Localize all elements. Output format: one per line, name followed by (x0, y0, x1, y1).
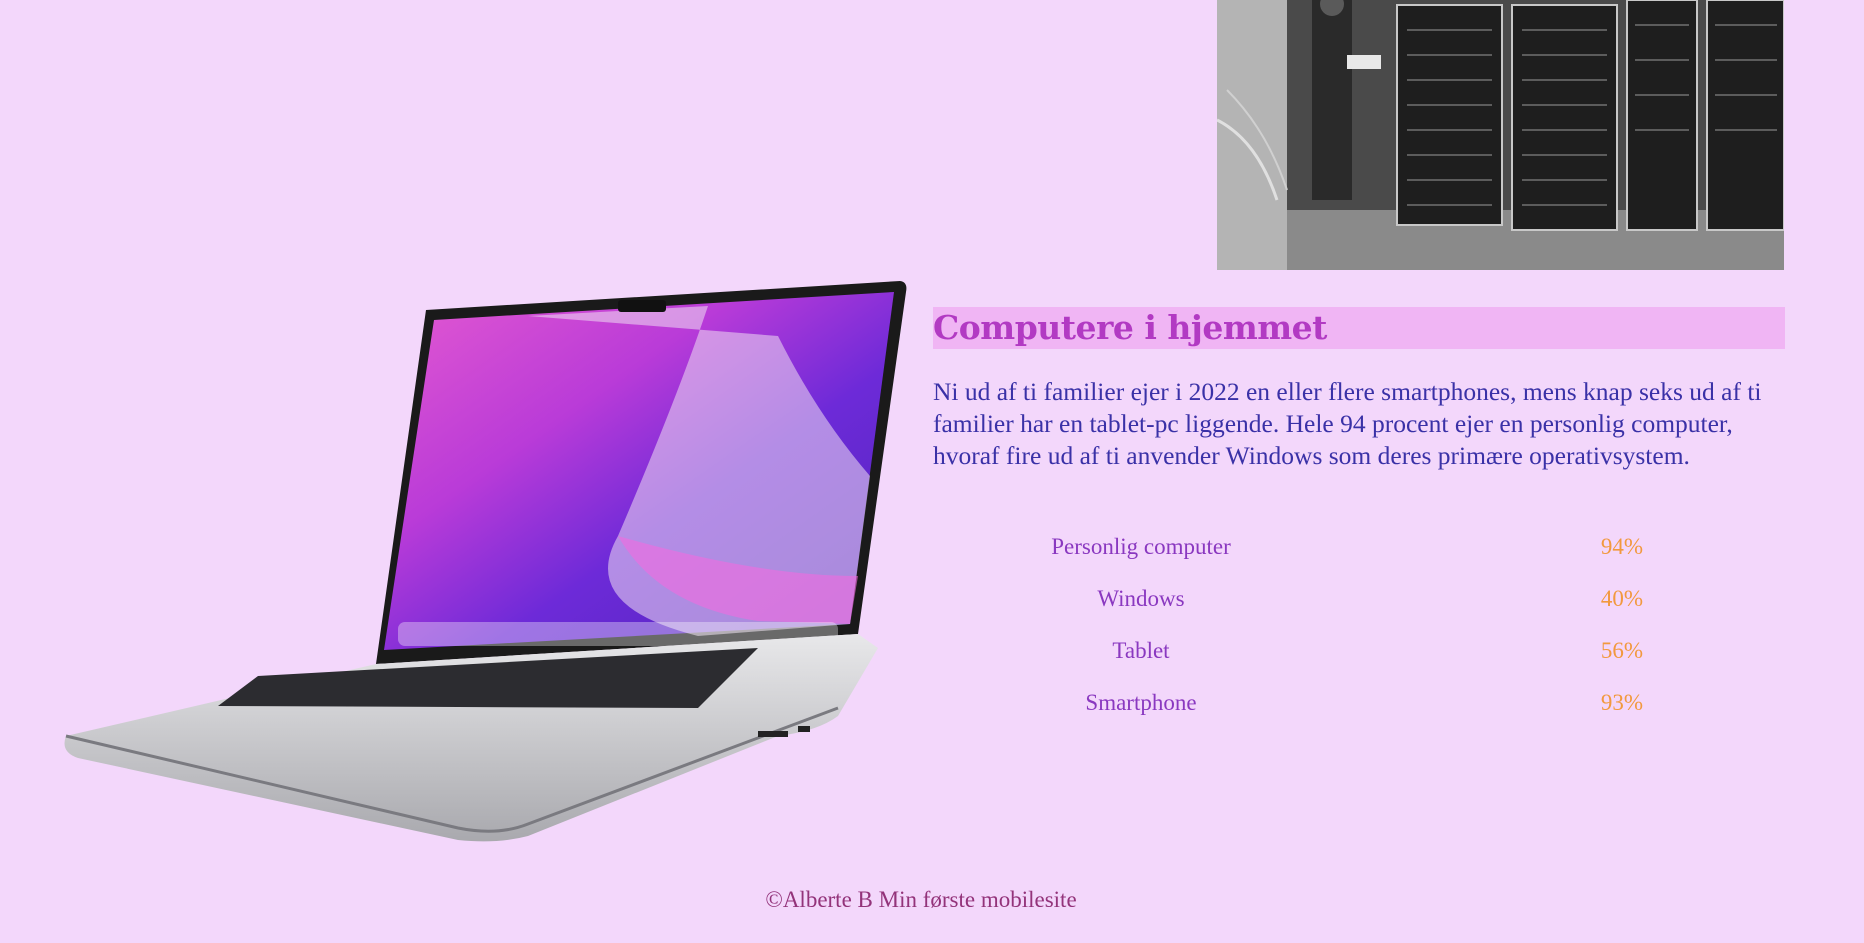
stat-label: Tablet (1112, 638, 1170, 663)
page: Computere i hjemmet Ni ud af ti familier… (0, 0, 1864, 943)
stat-row: Windows 40% (933, 582, 1785, 634)
stat-value: 56% (1600, 638, 1644, 663)
stat-row: Tablet 56% (933, 634, 1785, 686)
stat-value: 94% (1600, 534, 1644, 559)
stat-value: 40% (1600, 586, 1644, 611)
intro-paragraph: Ni ud af ti familier ejer i 2022 en elle… (933, 377, 1762, 470)
stat-row: Personlig computer 94% (933, 530, 1785, 582)
stat-label: Windows (1097, 586, 1185, 611)
section-heading: Computere i hjemmet (933, 307, 1785, 349)
stats-table: Personlig computer 94% Windows 40% Table… (933, 530, 1785, 738)
laptop-photo (58, 276, 908, 844)
computer-room-photo (1217, 0, 1784, 270)
stat-row: Smartphone 93% (933, 686, 1785, 738)
footer-copyright: ©Alberte B Min første mobilesite (765, 887, 1077, 912)
stat-label: Personlig computer (1051, 534, 1231, 559)
stat-value: 93% (1600, 690, 1644, 715)
stat-label: Smartphone (1085, 690, 1197, 715)
